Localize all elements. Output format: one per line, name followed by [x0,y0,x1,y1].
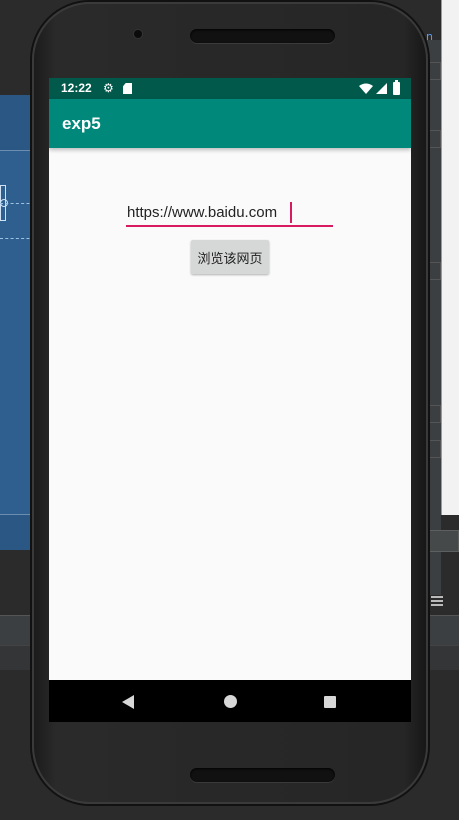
sd-card-icon [123,83,132,94]
ide-link-text[interactable]: n [426,30,433,43]
ide-attribute-field[interactable] [427,440,441,458]
text-cursor [290,202,292,223]
top-speaker [190,29,335,43]
signal-icon [376,83,387,94]
battery-icon [393,80,400,95]
ide-attribute-field[interactable] [427,262,441,280]
app-title: exp5 [62,114,101,133]
ide-input-box[interactable] [425,530,459,552]
device-screen: 12:22 ⚙ exp5 浏览该网页 [49,78,411,722]
navigation-bar [49,680,411,722]
ide-attribute-field[interactable] [427,130,441,148]
list-icon[interactable] [431,596,443,608]
gear-icon: ⚙ [103,81,114,95]
status-time: 12:22 [61,81,92,95]
browse-page-button[interactable]: 浏览该网页 [191,240,269,274]
status-bar: 12:22 ⚙ [49,78,411,99]
url-input[interactable] [126,200,333,227]
wifi-icon [359,83,373,94]
front-camera [134,30,142,38]
ide-attribute-field[interactable] [427,62,441,80]
home-icon[interactable] [224,695,237,708]
bottom-speaker [190,768,335,782]
ide-attribute-field[interactable] [427,405,441,423]
ide-properties-panel [441,0,459,515]
recents-icon[interactable] [324,696,336,708]
back-icon[interactable] [122,695,134,709]
app-bar: exp5 [49,99,411,148]
